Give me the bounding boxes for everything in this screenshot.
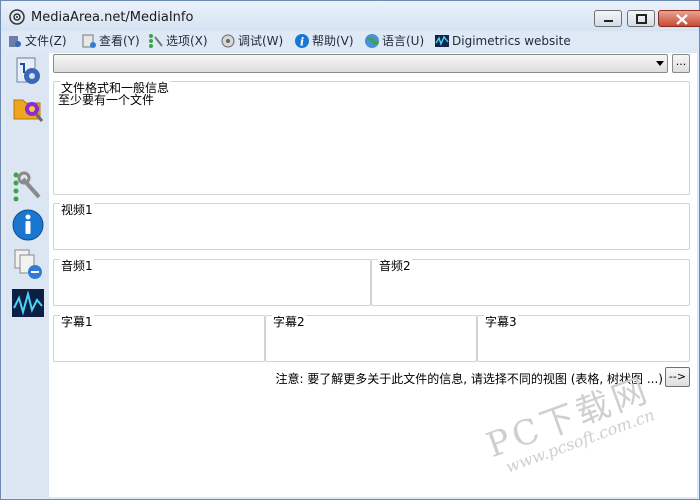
menu-view[interactable]: 查看(Y) bbox=[81, 32, 140, 50]
preferences-button[interactable] bbox=[11, 169, 45, 203]
menu-help-label: 帮助(V) bbox=[312, 34, 354, 48]
help-icon: i bbox=[295, 34, 309, 49]
about-button[interactable] bbox=[11, 208, 45, 242]
open-folder-button[interactable] bbox=[11, 91, 45, 125]
file-icon bbox=[9, 36, 21, 47]
menu-options-label: 选项(X) bbox=[166, 34, 208, 48]
digimetrics-icon bbox=[435, 35, 449, 47]
video1-label: 视频1 bbox=[60, 203, 94, 217]
subtitle2-label: 字幕2 bbox=[272, 315, 306, 329]
export-button[interactable] bbox=[11, 247, 45, 281]
chevron-down-icon bbox=[656, 61, 664, 66]
language-icon bbox=[365, 34, 380, 48]
about-icon bbox=[12, 209, 44, 241]
audio2-label: 音频2 bbox=[378, 259, 412, 273]
open-folder-icon bbox=[13, 99, 44, 122]
audio1-label: 音频1 bbox=[60, 259, 94, 273]
menu-file[interactable]: 文件(Z) bbox=[7, 32, 67, 50]
menu-view-label: 查看(Y) bbox=[99, 34, 140, 48]
subtitle1-group: 字幕1 bbox=[53, 315, 265, 362]
title-bar[interactable]: MediaArea.net/MediaInfo bbox=[1, 1, 700, 31]
general-info-content: 至少要有一个文件 bbox=[58, 93, 155, 107]
audio1-group: 音频1 bbox=[53, 259, 371, 306]
open-file-button[interactable] bbox=[11, 55, 45, 89]
subtitle3-group: 字幕3 bbox=[477, 315, 690, 362]
options-icon bbox=[149, 34, 163, 48]
audio2-group: 音频2 bbox=[371, 259, 690, 306]
menu-options[interactable]: 选项(X) bbox=[148, 32, 208, 50]
file-selector-combobox[interactable] bbox=[53, 54, 668, 73]
next-view-button[interactable]: --> bbox=[665, 367, 690, 387]
browse-button[interactable]: ... bbox=[672, 54, 690, 73]
window-title: MediaArea.net/MediaInfo bbox=[31, 10, 194, 25]
menu-bar: 文件(Z) 查看(Y) 选项(X) 调试(W) i 帮助(V) 语言(U) Di… bbox=[7, 31, 697, 51]
digimetrics-sidebar-icon bbox=[12, 289, 44, 317]
minimize-icon bbox=[604, 20, 613, 22]
subtitle2-group: 字幕2 bbox=[265, 315, 477, 362]
menu-language-label: 语言(U) bbox=[382, 34, 425, 48]
video1-group: 视频1 bbox=[53, 203, 690, 250]
subtitle1-label: 字幕1 bbox=[60, 315, 94, 329]
maximize-icon bbox=[636, 14, 647, 24]
mediainfo-window: MediaArea.net/MediaInfo 文件(Z) 查看(Y) 选项(X… bbox=[0, 0, 700, 500]
menu-help[interactable]: i 帮助(V) bbox=[294, 32, 354, 50]
maximize-button[interactable] bbox=[627, 10, 655, 27]
subtitle3-label: 字幕3 bbox=[484, 315, 518, 329]
view-hint-note: 注意: 要了解更多关于此文件的信息, 请选择不同的视图 (表格, 树状图 ...… bbox=[275, 372, 663, 386]
export-icon bbox=[14, 249, 42, 279]
mediainfo-app-icon bbox=[9, 9, 25, 25]
view-icon bbox=[82, 34, 96, 48]
general-info-group: 文件格式和一般信息 至少要有一个文件 bbox=[53, 81, 690, 195]
menu-debug[interactable]: 调试(W) bbox=[220, 32, 283, 50]
close-icon bbox=[676, 14, 688, 25]
svg-text:i: i bbox=[300, 36, 304, 49]
main-area: ... 文件格式和一般信息 至少要有一个文件 视频1 音频1 音频2 字幕1 字… bbox=[7, 53, 697, 497]
menu-file-label: 文件(Z) bbox=[25, 34, 67, 48]
menu-digimetrics-label: Digimetrics website bbox=[452, 34, 571, 48]
minimize-button[interactable] bbox=[594, 10, 622, 27]
digimetrics-button[interactable] bbox=[11, 286, 45, 320]
menu-language[interactable]: 语言(U) bbox=[364, 32, 424, 50]
menu-digimetrics-website[interactable]: Digimetrics website bbox=[434, 32, 571, 50]
close-button[interactable] bbox=[658, 10, 700, 27]
open-file-icon bbox=[16, 57, 40, 84]
menu-debug-label: 调试(W) bbox=[238, 34, 284, 48]
debug-icon bbox=[221, 34, 235, 48]
preferences-icon bbox=[13, 171, 41, 202]
sidebar-toolbar bbox=[7, 53, 49, 497]
